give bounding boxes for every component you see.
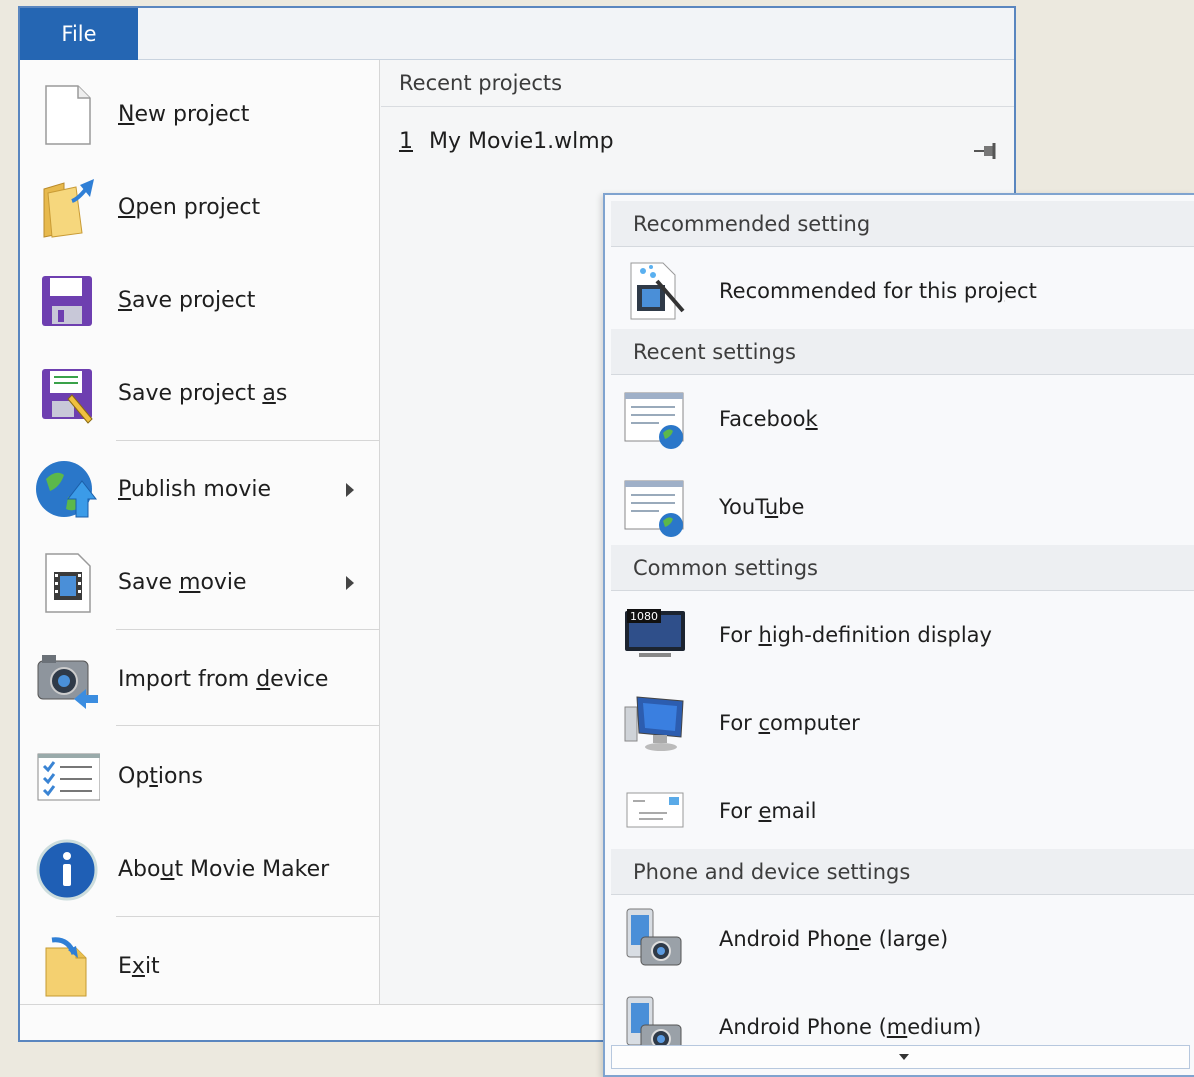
facebook-item[interactable]: Facebook: [611, 375, 1194, 463]
recent-project-item[interactable]: 1 My Movie1.wlmp: [381, 116, 1014, 168]
hd-display-icon: 1080: [623, 603, 687, 667]
computer-label: For computer: [719, 711, 860, 735]
facebook-label: Facebook: [719, 407, 818, 431]
open-project-label: Open project: [118, 195, 261, 220]
save-movie-label: Save movie: [118, 570, 247, 595]
submenu-arrow-icon: [346, 575, 354, 590]
file-menu-commands: New project Open project Save project Sa…: [20, 60, 380, 1004]
hd-badge-text: 1080: [630, 610, 658, 623]
save-project-as-item[interactable]: Save project as: [20, 347, 380, 440]
save-project-as-label: Save project as: [118, 381, 288, 406]
pin-icon[interactable]: [972, 130, 1000, 159]
recent-projects-header: Recent projects: [381, 60, 1014, 107]
ribbon-titlebar: File: [20, 8, 1014, 60]
submenu-arrow-icon: [346, 482, 354, 497]
info-icon: [34, 837, 100, 903]
exit-label: Exit: [118, 954, 160, 979]
publish-movie-item[interactable]: Publish movie: [20, 443, 380, 536]
recent-project-name: My Movie1.wlmp: [429, 129, 614, 154]
recommended-for-project-label: Recommended for this project: [719, 279, 1037, 303]
save-movie-submenu: Recommended setting Recommended for this…: [603, 193, 1194, 1077]
youtube-item[interactable]: YouTube: [611, 463, 1194, 551]
checklist-icon: [34, 744, 101, 810]
floppy-disk-pencil-icon: [34, 361, 100, 427]
open-folder-icon: [34, 175, 100, 241]
scroll-down-button[interactable]: [611, 1045, 1190, 1069]
section-recommended: Recommended setting: [611, 201, 1194, 247]
new-project-label: New project: [118, 102, 250, 127]
globe-upload-icon: [34, 457, 100, 523]
web-page-globe-icon: [623, 387, 687, 451]
movie-magic-wand-icon: [623, 259, 687, 323]
blank-document-icon: [34, 82, 100, 148]
recommended-for-project-item[interactable]: Recommended for this project: [611, 247, 1194, 335]
hd-display-item[interactable]: 1080 For high-definition display: [611, 591, 1194, 679]
import-from-device-item[interactable]: Import from device: [20, 633, 380, 726]
save-project-item[interactable]: Save project: [20, 254, 380, 347]
recent-project-number: 1: [399, 129, 413, 154]
exit-item[interactable]: Exit: [20, 920, 380, 1013]
publish-movie-label: Publish movie: [118, 477, 271, 502]
save-project-label: Save project: [118, 288, 256, 313]
youtube-label: YouTube: [719, 495, 805, 519]
envelope-icon: [623, 779, 687, 843]
section-recent: Recent settings: [611, 329, 1194, 375]
android-large-label: Android Phone (large): [719, 927, 949, 951]
email-label: For email: [719, 799, 817, 823]
options-item[interactable]: Options: [20, 730, 380, 823]
exit-folder-icon: [34, 934, 100, 1000]
film-document-icon: [34, 550, 100, 616]
floppy-disk-icon: [34, 268, 100, 334]
import-from-device-label: Import from device: [118, 667, 329, 692]
file-tab[interactable]: File: [20, 8, 138, 60]
menu-separator: [116, 916, 380, 917]
section-phone: Phone and device settings: [611, 849, 1194, 895]
chevron-down-icon: [899, 1054, 909, 1060]
menu-separator: [116, 725, 380, 726]
web-page-globe-icon: [623, 475, 687, 539]
hd-display-label: For high-definition display: [719, 623, 992, 647]
computer-item[interactable]: For computer: [611, 679, 1194, 767]
options-label: Options: [118, 764, 203, 789]
email-item[interactable]: For email: [611, 767, 1194, 855]
menu-separator: [116, 629, 380, 630]
open-project-item[interactable]: Open project: [20, 161, 380, 254]
android-large-item[interactable]: Android Phone (large): [611, 895, 1194, 983]
save-movie-item[interactable]: Save movie: [20, 536, 380, 629]
menu-separator: [116, 440, 380, 441]
computer-monitor-icon: [623, 691, 687, 755]
phone-camera-icon: [623, 907, 687, 971]
about-label: About Movie Maker: [118, 857, 330, 882]
new-project-item[interactable]: New project: [20, 68, 380, 161]
camera-import-icon: [34, 647, 100, 713]
about-item[interactable]: About Movie Maker: [20, 823, 380, 916]
section-common: Common settings: [611, 545, 1194, 591]
